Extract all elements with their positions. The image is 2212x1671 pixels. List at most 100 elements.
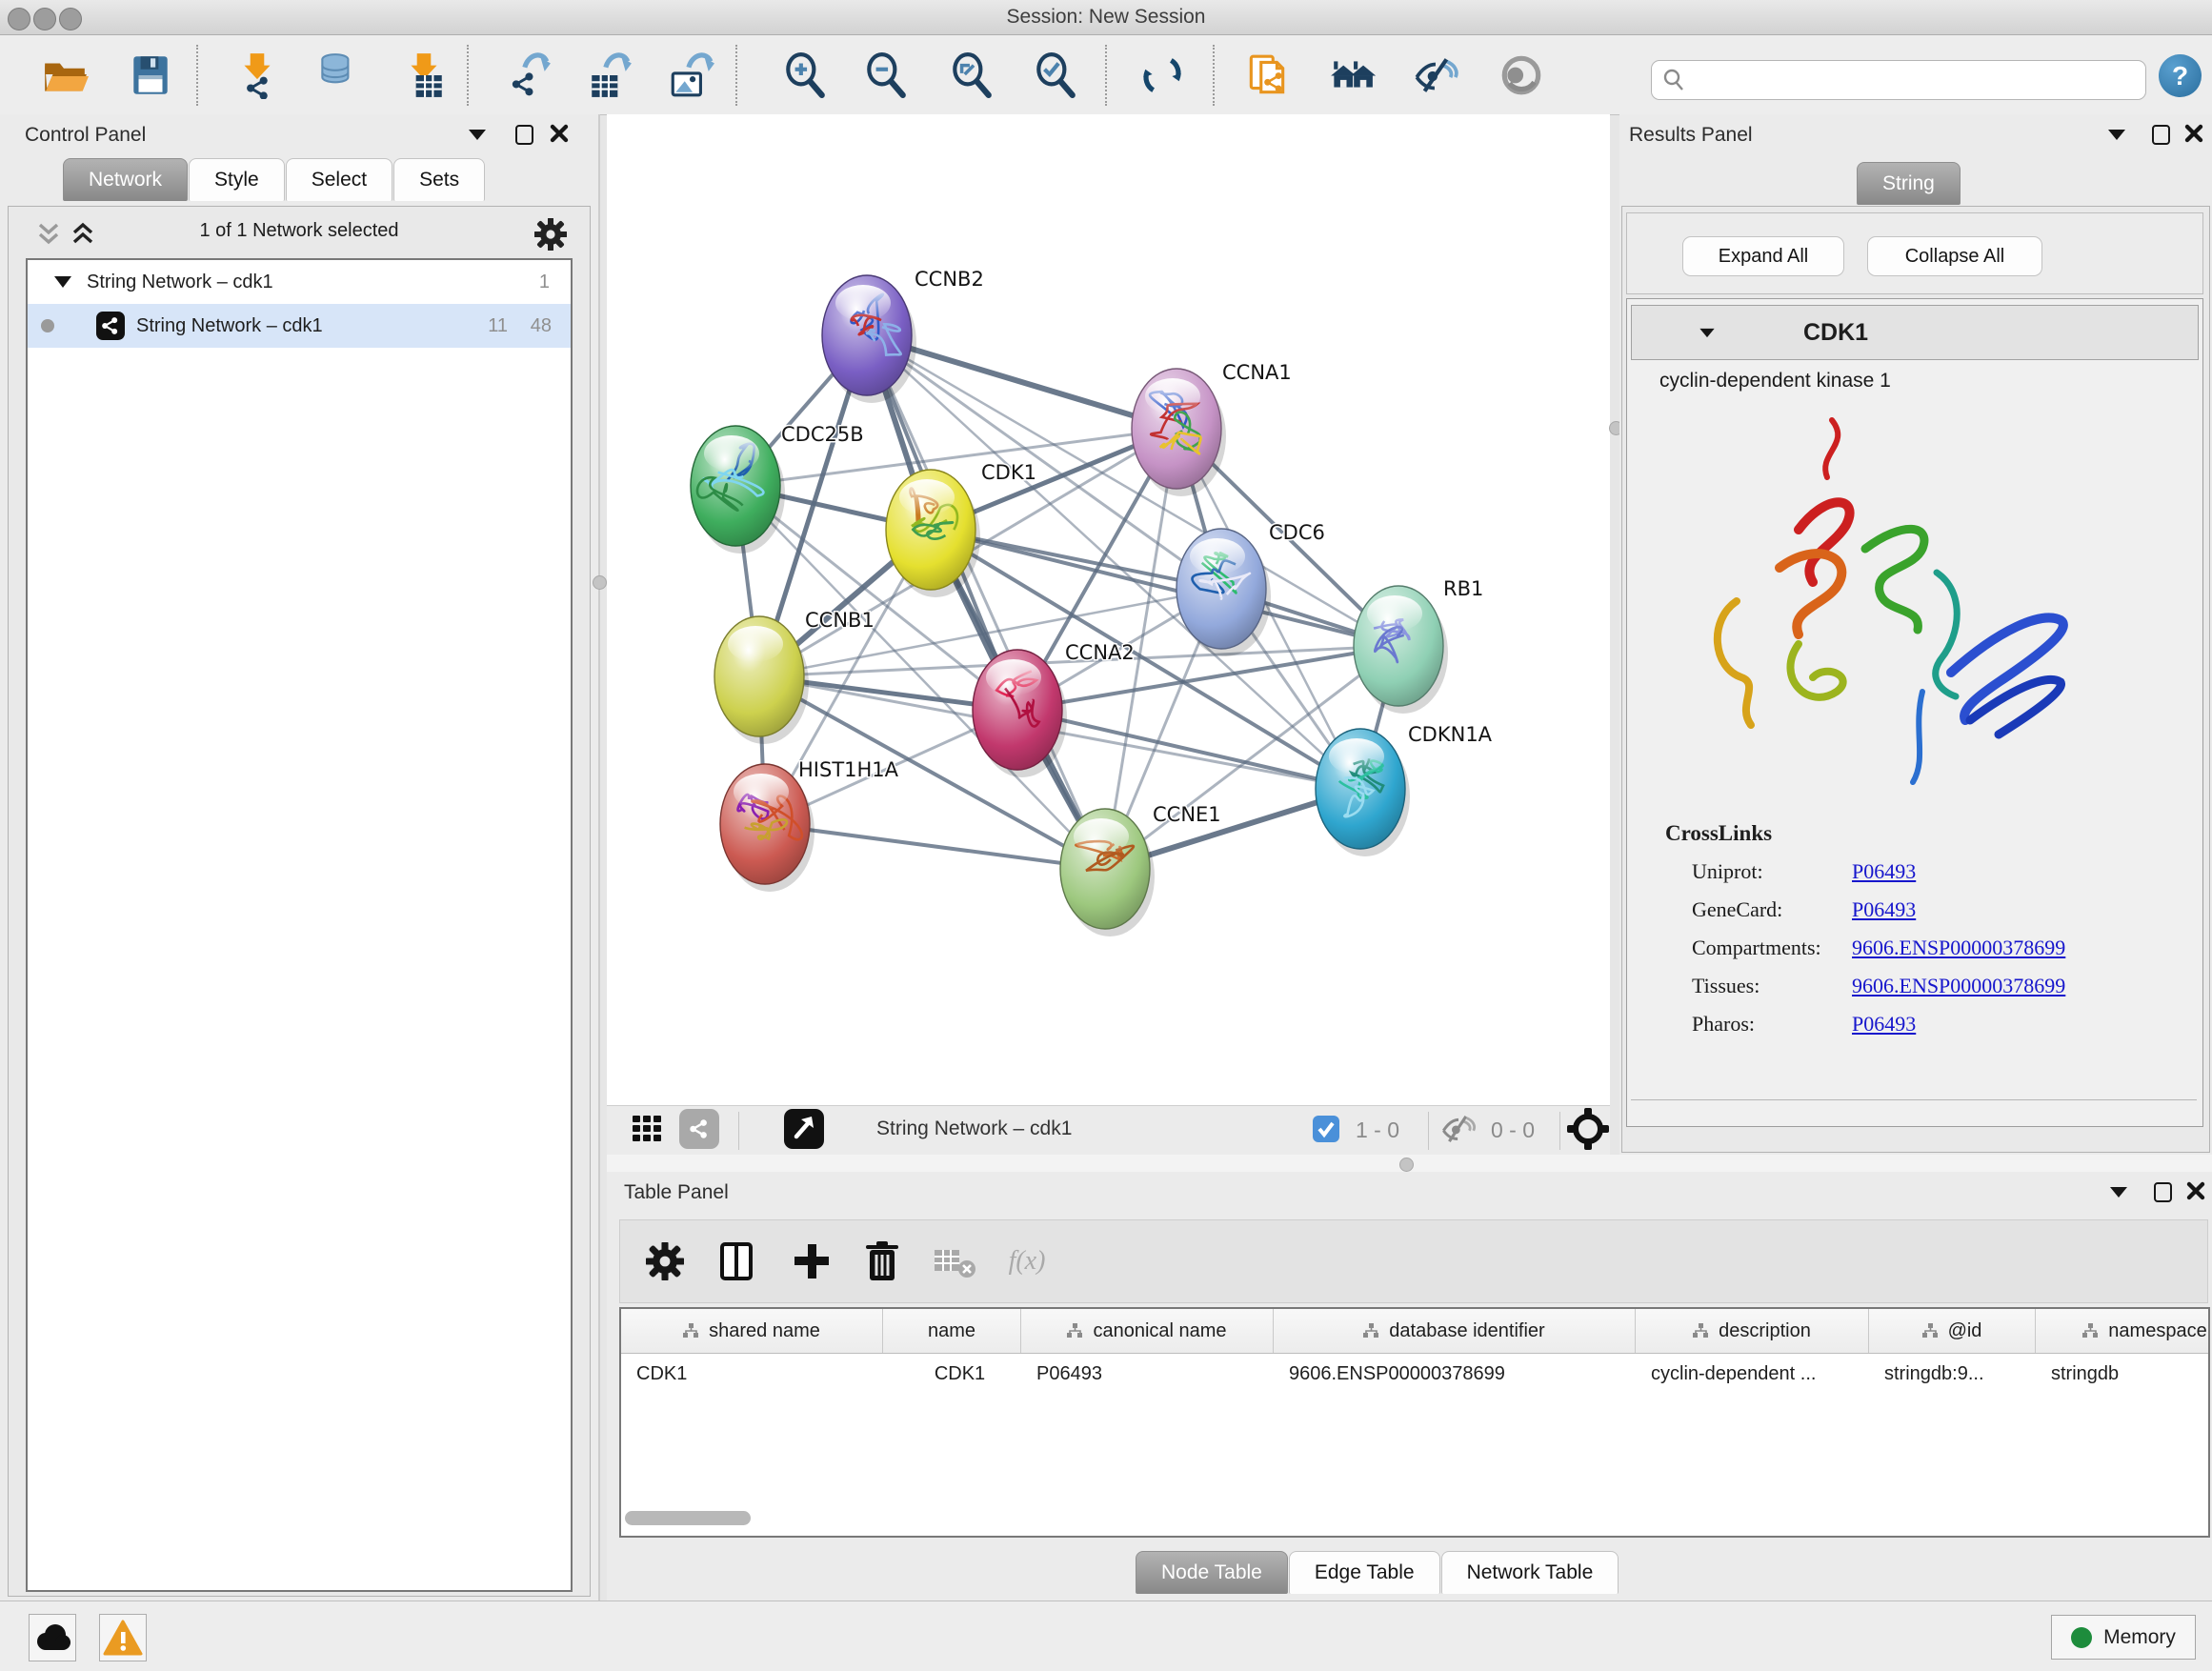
search-input[interactable] (1686, 69, 2136, 92)
panel-close-icon[interactable] (2186, 1181, 2205, 1200)
panel-close-icon[interactable] (550, 124, 569, 143)
panel-float-icon[interactable] (2152, 125, 2170, 145)
table-panel: Table Panel f(x) shared namename canonic… (607, 1172, 2212, 1601)
columns-icon[interactable] (715, 1239, 759, 1283)
protein-header[interactable]: CDK1 (1631, 305, 2199, 360)
collapse-all-button[interactable]: Collapse All (1867, 236, 2042, 276)
gear-icon[interactable] (534, 218, 567, 251)
network-canvas[interactable]: CCNB2CCNA1CDC25BCDK1CDC6RB1CCNB1CCNA2CDK… (607, 114, 1610, 1105)
eye-icon[interactable] (1497, 50, 1546, 100)
import-network-database-icon[interactable] (313, 50, 363, 100)
add-column-icon[interactable] (790, 1239, 834, 1283)
memory-button[interactable]: Memory (2051, 1615, 2196, 1660)
zoom-out-icon[interactable] (861, 50, 911, 100)
column-header-description[interactable]: description (1636, 1309, 1869, 1353)
home-icon[interactable] (1328, 50, 1377, 100)
share-icon[interactable] (678, 1106, 720, 1152)
table-cell[interactable]: stringdb (2036, 1363, 2210, 1385)
svg-text:CCNB2: CCNB2 (915, 268, 984, 291)
network-row-label: String Network – cdk1 (136, 315, 323, 337)
panel-close-icon[interactable] (2184, 124, 2203, 143)
collapse-section-icon[interactable] (1699, 328, 1714, 336)
expander-icon[interactable] (54, 275, 71, 289)
grid-view-icon[interactable] (626, 1106, 668, 1152)
panel-float-icon[interactable] (2154, 1182, 2172, 1202)
column-type-icon (1922, 1323, 1939, 1339)
panel-menu-icon[interactable] (2108, 130, 2125, 140)
panel-menu-icon[interactable] (2110, 1187, 2127, 1198)
column-header-@id[interactable]: @id (1869, 1309, 2036, 1353)
tab-style[interactable]: Style (189, 158, 285, 201)
svg-text:CDK1: CDK1 (981, 461, 1036, 484)
nav-separator (1428, 1112, 1429, 1150)
tab-network[interactable]: Network (63, 158, 188, 201)
left-splitter-handle[interactable] (593, 575, 607, 590)
refresh-icon[interactable] (1137, 50, 1187, 100)
splitter-handle[interactable] (1399, 1158, 1414, 1172)
table-cell[interactable]: CDK1 (621, 1363, 883, 1385)
tab-select[interactable]: Select (286, 158, 392, 201)
open-in-window-icon[interactable] (783, 1106, 825, 1152)
horizontal-scrollbar[interactable] (625, 1511, 751, 1525)
column-header-shared-name[interactable]: shared name (621, 1309, 883, 1353)
eye-slash-icon[interactable] (1412, 50, 1461, 100)
tab-sets[interactable]: Sets (393, 158, 485, 201)
table-cell[interactable]: stringdb:9... (1869, 1363, 2036, 1385)
warning-icon[interactable] (99, 1614, 147, 1661)
tab-network-table[interactable]: Network Table (1441, 1551, 1619, 1594)
save-session-icon[interactable] (126, 50, 175, 100)
svg-text:CDC6: CDC6 (1269, 521, 1325, 544)
export-table-icon[interactable] (585, 50, 634, 100)
column-header-name[interactable]: name (883, 1309, 1021, 1353)
crosslinks-heading: CrossLinks (1665, 821, 2180, 846)
import-network-file-icon[interactable] (232, 50, 282, 100)
crosslink-link[interactable]: P06493 (1852, 897, 1916, 921)
birdseye-icon[interactable] (1567, 1108, 1609, 1150)
node-table[interactable]: shared namename canonical name database … (619, 1307, 2210, 1538)
crosslink-label: Tissues: (1665, 974, 1852, 998)
cloud-icon[interactable] (29, 1614, 76, 1661)
crosslink-link[interactable]: 9606.ENSP00000378699 (1852, 936, 2065, 959)
title-bar: Session: New Session (0, 0, 2212, 35)
import-table-icon[interactable] (399, 50, 449, 100)
column-header-canonical-name[interactable]: canonical name (1021, 1309, 1274, 1353)
export-network-icon[interactable] (504, 50, 553, 100)
section-divider (1631, 1099, 2197, 1100)
export-image-icon[interactable] (666, 50, 715, 100)
delete-column-icon[interactable] (860, 1239, 904, 1283)
column-header-namespace[interactable]: namespace (2036, 1309, 2210, 1353)
zoom-in-icon[interactable] (780, 50, 830, 100)
help-icon[interactable]: ? (2159, 54, 2202, 97)
crosslink-link[interactable]: P06493 (1852, 859, 1916, 883)
crosslink-row: Compartments:9606.ENSP00000378699 (1665, 936, 2180, 960)
gear-icon[interactable] (643, 1239, 687, 1283)
tab-string[interactable]: String (1857, 162, 1961, 205)
control-panel: Control Panel NetworkStyleSelectSets 1 o… (0, 114, 600, 1601)
column-header-database-identifier[interactable]: database identifier (1274, 1309, 1636, 1353)
zoom-fit-icon[interactable] (947, 50, 996, 100)
search-box[interactable] (1651, 60, 2146, 100)
table-cell[interactable]: 9606.ENSP00000378699 (1274, 1363, 1636, 1385)
table-row[interactable]: CDK1CDK1P064939606.ENSP00000378699cyclin… (621, 1354, 2208, 1394)
table-cell[interactable]: cyclin-dependent ... (1636, 1363, 1869, 1385)
network-collection-row[interactable]: String Network – cdk1 1 (28, 260, 571, 304)
expand-all-button[interactable]: Expand All (1682, 236, 1844, 276)
tab-node-table[interactable]: Node Table (1136, 1551, 1288, 1594)
selected-checkbox[interactable] (1310, 1112, 1342, 1146)
crosslink-link[interactable]: 9606.ENSP00000378699 (1852, 974, 2065, 997)
tab-edge-table[interactable]: Edge Table (1289, 1551, 1440, 1594)
horizontal-splitter[interactable] (607, 1155, 2212, 1173)
table-cell[interactable]: CDK1 (883, 1363, 1021, 1385)
table-cell[interactable]: P06493 (1021, 1363, 1274, 1385)
svg-text:CDKN1A: CDKN1A (1408, 723, 1493, 746)
panel-float-icon[interactable] (515, 125, 533, 145)
network-graph[interactable]: CCNB2CCNA1CDC25BCDK1CDC6RB1CCNB1CCNA2CDK… (607, 114, 1610, 1105)
open-session-icon[interactable] (40, 50, 90, 100)
network-row[interactable]: String Network – cdk1 11 48 (28, 304, 571, 348)
string-app-icon[interactable] (1242, 50, 1292, 100)
zoom-selected-icon[interactable] (1031, 50, 1080, 100)
network-collection-label: String Network – cdk1 (87, 272, 273, 293)
panel-menu-icon[interactable] (469, 130, 486, 140)
crosslink-link[interactable]: P06493 (1852, 1012, 1916, 1036)
network-list: String Network – cdk1 1 String Network –… (26, 258, 573, 1592)
